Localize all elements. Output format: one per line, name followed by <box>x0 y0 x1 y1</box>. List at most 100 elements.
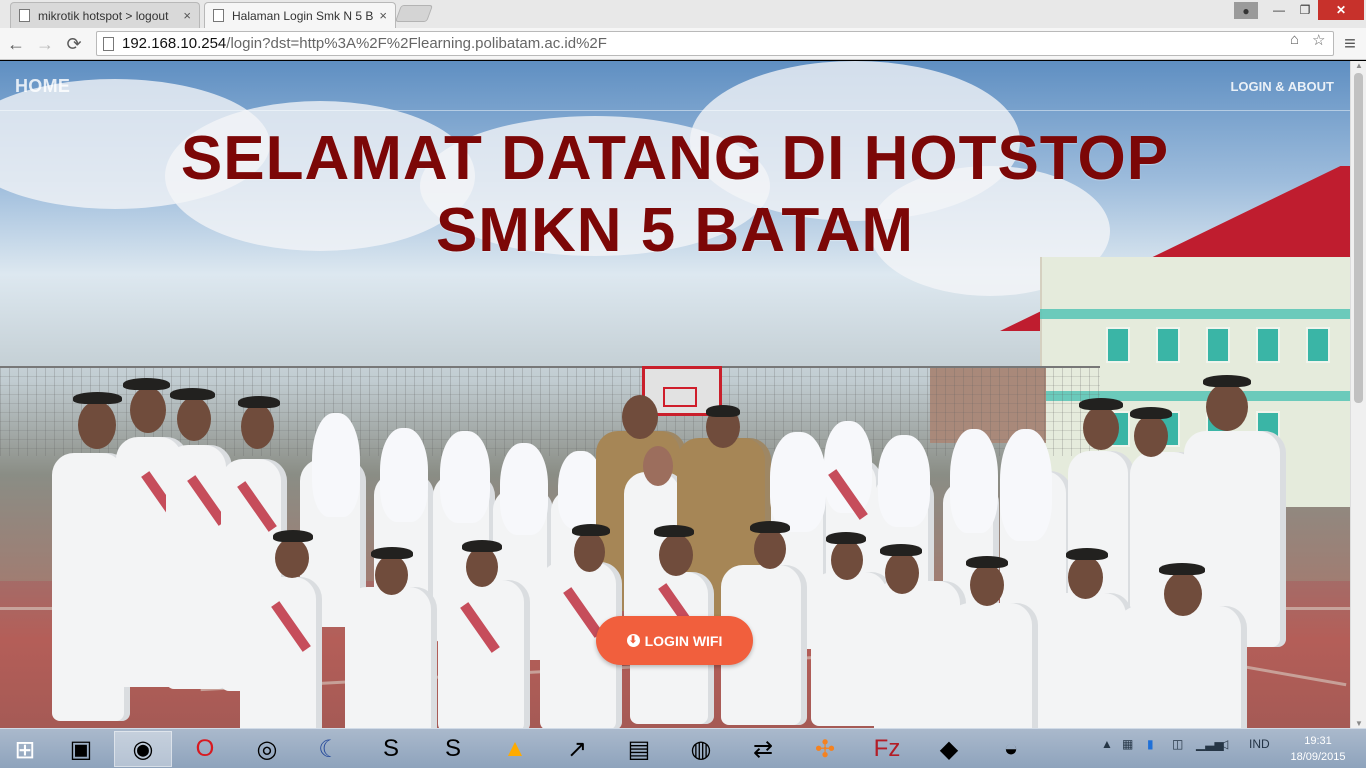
student-head <box>1206 383 1248 431</box>
url-host: 192.168.10.254 <box>122 35 227 52</box>
action-center-icon[interactable]: ▦ <box>1122 737 1133 751</box>
network-status-icon[interactable]: ◫ <box>1172 737 1183 751</box>
building-window <box>1106 327 1130 363</box>
page-icon <box>213 9 224 22</box>
student-cap <box>462 540 502 552</box>
chart-editor-icon[interactable]: ↗ <box>548 731 606 767</box>
student-figure <box>1117 606 1247 728</box>
tab-title: mikrotik hotspot > logout <box>38 8 169 23</box>
maximize-button[interactable]: ❐ <box>1292 0 1318 20</box>
student-cap <box>880 544 922 556</box>
browser-toolbar: ← → ⟳ 192.168.10.254/login?dst=http%3A%2… <box>0 28 1366 60</box>
building-window <box>1306 327 1330 363</box>
url-path: /login?dst=http%3A%2F%2Flearning.polibat… <box>226 35 607 52</box>
welcome-heading-line-2: SMKN 5 BATAM <box>435 196 915 265</box>
student-cap <box>1079 398 1123 410</box>
scroll-up-icon[interactable]: ▲ <box>1354 61 1364 70</box>
webpage-viewport: HOME LOGIN & ABOUT SELAMAT DATANG DI HOT… <box>0 61 1350 728</box>
file-explorer-icon[interactable]: ▣ <box>52 731 110 767</box>
opera-browser-icon[interactable]: O <box>176 731 234 767</box>
minimize-button[interactable]: — <box>1266 0 1292 20</box>
sticky-notes-icon[interactable]: ◆ <box>920 731 978 767</box>
windows-start-icon[interactable]: ⊞ <box>8 736 42 764</box>
student-figure <box>438 580 530 728</box>
student-head <box>1083 406 1119 450</box>
student-cap <box>572 524 610 536</box>
student-figure <box>240 577 322 728</box>
student-cap <box>1130 407 1172 419</box>
student-head <box>375 555 408 595</box>
student-figure <box>948 603 1038 728</box>
student-head <box>241 404 274 449</box>
scroll-down-icon[interactable]: ▼ <box>1354 719 1364 728</box>
student-head <box>466 547 498 587</box>
student-head <box>574 532 605 572</box>
student-group-photo <box>0 361 1350 728</box>
security-icon[interactable]: ▮ <box>1147 737 1154 751</box>
chrome-browser-icon[interactable]: ◉ <box>114 731 172 767</box>
tab-title: Halaman Login Smk N 5 B <box>232 8 374 23</box>
forward-button[interactable]: → <box>33 32 57 56</box>
student-cap <box>966 556 1008 568</box>
user-icon[interactable]: ● <box>1234 2 1258 19</box>
student-hijab <box>878 435 930 527</box>
login-wifi-button[interactable]: ⬇ LOGIN WIFI <box>596 616 753 665</box>
student-cap <box>73 392 122 404</box>
desktop-manager-icon[interactable]: ▤ <box>610 731 668 767</box>
paint-palette-icon[interactable]: ◒ <box>982 731 1040 767</box>
student-cap <box>123 378 170 390</box>
student-head <box>78 401 116 449</box>
student-cap <box>1159 563 1205 575</box>
home-link[interactable]: HOME <box>15 76 70 97</box>
close-window-button[interactable]: ✕ <box>1318 0 1364 20</box>
site-navigation: HOME LOGIN & ABOUT <box>0 61 1350 111</box>
student-head <box>643 446 673 486</box>
input-language-indicator[interactable]: IND <box>1249 737 1270 751</box>
student-head <box>831 540 863 580</box>
chrome-menu-icon[interactable]: ≡ <box>1338 32 1362 56</box>
filezilla-icon[interactable]: Fz <box>858 731 916 767</box>
building-window <box>1206 327 1230 363</box>
student-cap <box>238 396 280 408</box>
student-head <box>970 564 1004 606</box>
network-globe-icon[interactable]: ◎ <box>238 731 296 767</box>
reload-button[interactable]: ⟳ <box>62 32 86 56</box>
student-head <box>885 552 919 594</box>
tab-login-page[interactable]: Halaman Login Smk N 5 B × <box>204 2 396 28</box>
bookmark-star-icon[interactable]: ☆ <box>1312 31 1325 49</box>
translate-icon[interactable]: ⌂ <box>1290 31 1299 48</box>
student-head <box>754 529 786 569</box>
student-hijab <box>1000 429 1052 541</box>
student-cap <box>826 532 866 544</box>
volume-icon[interactable]: ◁ <box>1219 737 1228 751</box>
sublime-text-icon[interactable]: S <box>424 731 482 767</box>
student-cap <box>654 525 694 537</box>
sublime-text-icon[interactable]: S <box>362 731 420 767</box>
student-cap <box>1203 375 1251 387</box>
app-warning-icon[interactable]: ▲ <box>486 731 544 767</box>
download-manager-icon[interactable]: ◍ <box>672 731 730 767</box>
student-cap <box>750 521 790 533</box>
page-icon <box>103 36 114 51</box>
browser-tabstrip: mikrotik hotspot > logout × Halaman Logi… <box>0 0 1366 28</box>
vertical-scrollbar[interactable]: ▲ ▼ <box>1350 61 1366 728</box>
student-hijab <box>950 429 998 533</box>
xampp-icon[interactable]: ✣ <box>796 731 854 767</box>
close-icon[interactable]: × <box>379 8 387 23</box>
student-cap <box>1066 548 1108 560</box>
login-about-link[interactable]: LOGIN & ABOUT <box>1230 79 1334 94</box>
address-bar[interactable]: 192.168.10.254/login?dst=http%3A%2F%2Fle… <box>96 31 1334 56</box>
tab-mikrotik-logout[interactable]: mikrotik hotspot > logout × <box>10 2 200 28</box>
tray-overflow-icon[interactable]: ▲ <box>1101 737 1113 751</box>
welcome-heading: SELAMAT DATANG DI HOTSTOP SMKN 5 BATAM <box>0 123 1350 267</box>
system-clock[interactable]: 19:31 18/09/2015 <box>1283 733 1353 765</box>
back-button[interactable]: ← <box>4 32 28 56</box>
building-balcony <box>1040 309 1350 319</box>
student-cap <box>170 388 215 400</box>
close-icon[interactable]: × <box>183 8 191 23</box>
terminal-network-icon[interactable]: ⇄ <box>734 731 792 767</box>
student-cap <box>371 547 413 559</box>
moon-app-icon[interactable]: ☾ <box>300 731 358 767</box>
scrollbar-thumb[interactable] <box>1354 73 1363 403</box>
new-tab-button[interactable] <box>394 5 434 22</box>
